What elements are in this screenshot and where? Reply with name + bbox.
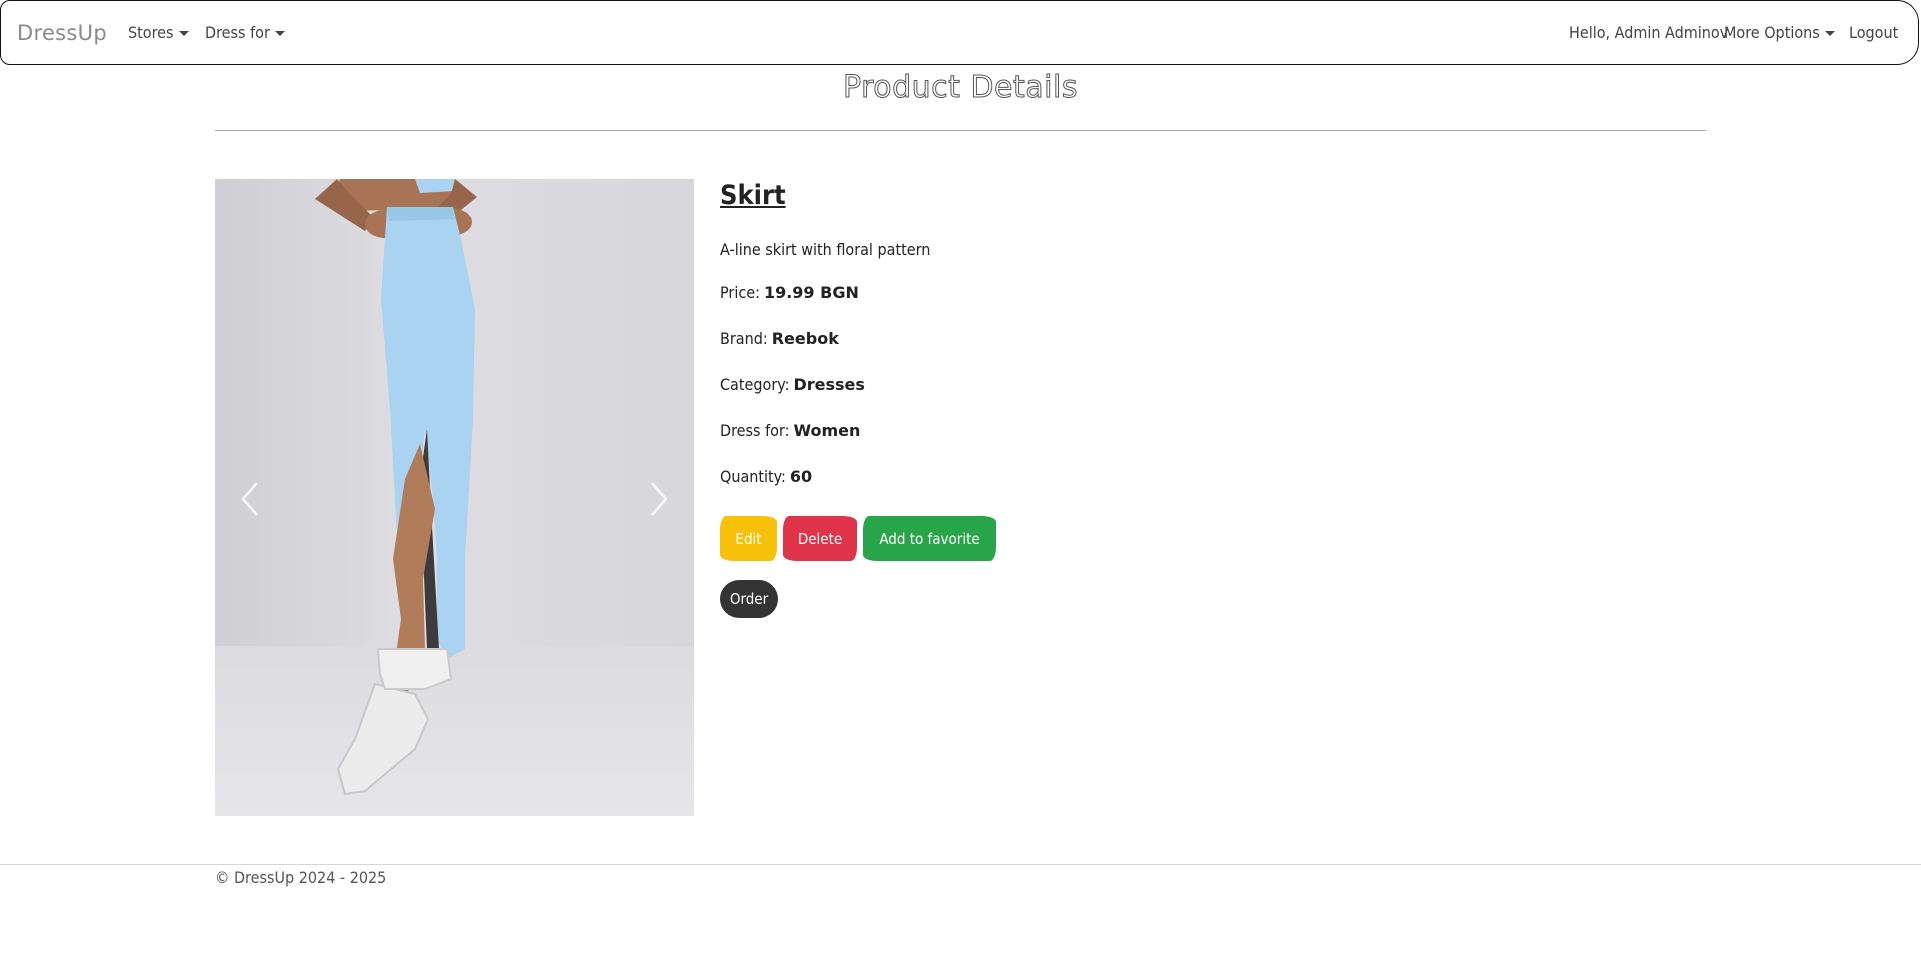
quantity-row: Quantity: 60 bbox=[720, 467, 1620, 489]
brand-value: Reebok bbox=[771, 329, 839, 348]
nav-dress-for-label: Dress for bbox=[205, 23, 270, 42]
navbar: DressUp Stores Dress for Hello, Admin Ad… bbox=[0, 0, 1919, 65]
price-value: 19.99 BGN bbox=[763, 283, 859, 302]
title-divider bbox=[215, 130, 1706, 131]
product-image bbox=[315, 179, 477, 796]
brand-label: Brand: bbox=[720, 329, 768, 348]
edit-button[interactable]: Edit bbox=[720, 516, 777, 561]
order-button[interactable]: Order bbox=[720, 580, 778, 618]
chevron-right-icon bbox=[651, 482, 668, 516]
price-row: Price: 19.99 BGN bbox=[720, 283, 1620, 305]
nav-logout-link[interactable]: Logout bbox=[1849, 23, 1898, 42]
product-image-carousel bbox=[215, 179, 694, 816]
nav-stores-label: Stores bbox=[128, 23, 174, 42]
quantity-label: Quantity: bbox=[720, 467, 786, 486]
dress-for-label: Dress for: bbox=[720, 421, 790, 440]
category-value: Dresses bbox=[793, 375, 865, 394]
caret-down-icon bbox=[178, 31, 189, 36]
nav-stores-dropdown[interactable]: Stores bbox=[128, 23, 189, 42]
product-details: Skirt A-line skirt with floral pattern P… bbox=[720, 180, 1620, 618]
product-name: Skirt bbox=[720, 180, 786, 211]
carousel-prev-button[interactable] bbox=[225, 469, 275, 529]
nav-dress-for-dropdown[interactable]: Dress for bbox=[205, 23, 285, 42]
dress-for-row: Dress for: Women bbox=[720, 421, 1620, 443]
delete-button[interactable]: Delete bbox=[783, 516, 857, 561]
product-description: A-line skirt with floral pattern bbox=[720, 240, 931, 259]
carousel-next-button[interactable] bbox=[634, 469, 684, 529]
brand-row: Brand: Reebok bbox=[720, 329, 1620, 351]
caret-down-icon bbox=[1824, 31, 1835, 36]
brand-logo[interactable]: DressUp bbox=[17, 21, 107, 45]
footer-divider bbox=[0, 864, 1921, 865]
caret-down-icon bbox=[274, 31, 285, 36]
dress-for-value: Women bbox=[793, 421, 861, 440]
quantity-value: 60 bbox=[789, 467, 813, 486]
page-title: Product Details bbox=[843, 70, 1078, 106]
add-to-favorite-button[interactable]: Add to favorite bbox=[863, 516, 996, 561]
category-row: Category: Dresses bbox=[720, 375, 1620, 397]
chevron-left-icon bbox=[241, 482, 258, 516]
nav-more-options-dropdown[interactable]: More Options bbox=[1724, 23, 1835, 42]
nav-more-options-label: More Options bbox=[1724, 23, 1820, 42]
category-label: Category: bbox=[720, 375, 790, 394]
price-label: Price: bbox=[720, 283, 760, 302]
footer-copyright: © DressUp 2024 - 2025 bbox=[215, 868, 387, 887]
nav-greeting[interactable]: Hello, Admin Adminov bbox=[1569, 23, 1728, 42]
